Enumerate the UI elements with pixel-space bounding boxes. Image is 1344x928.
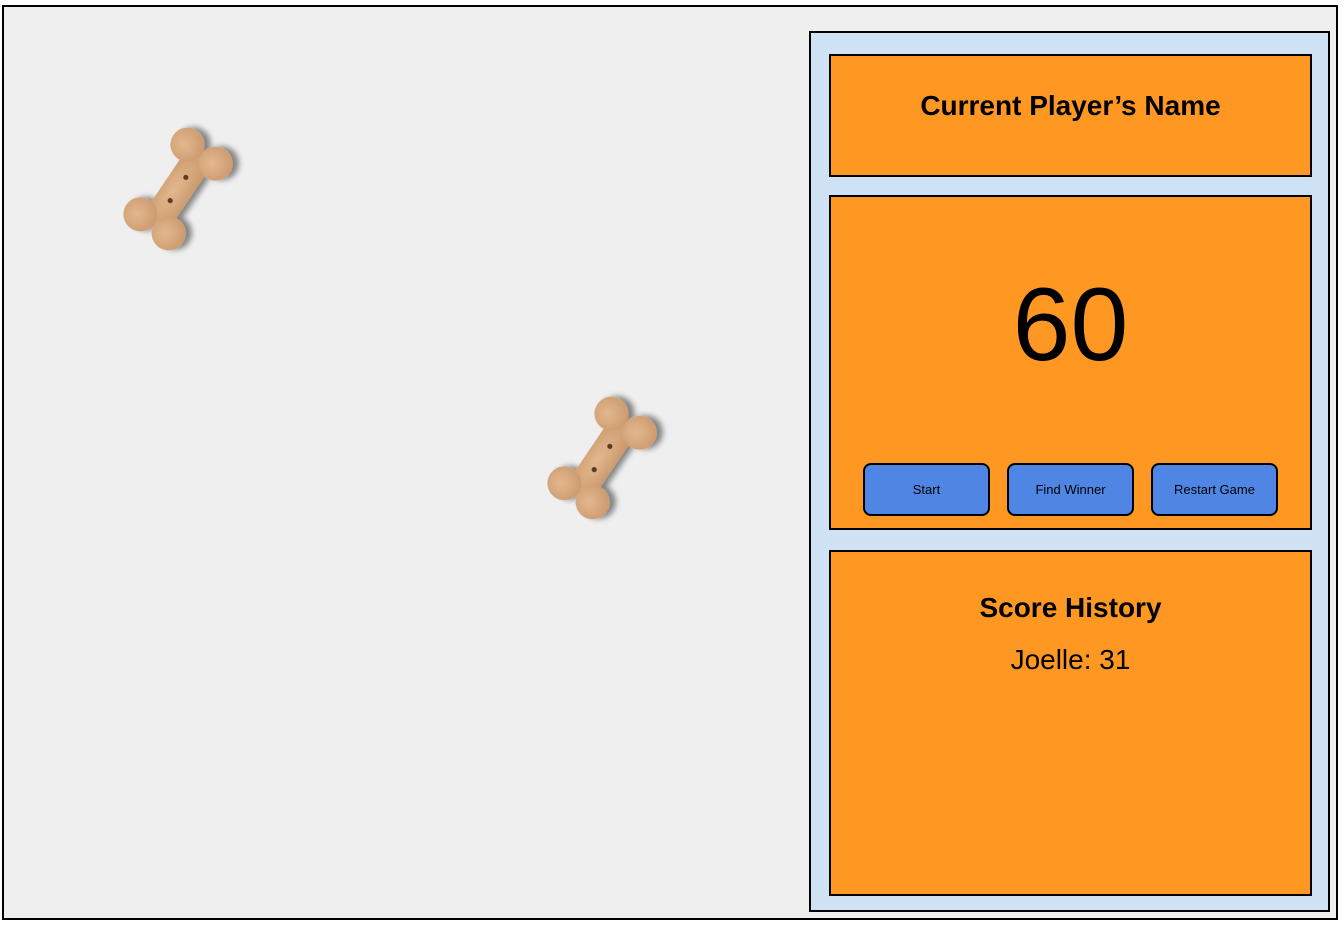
player-name-card: Current Player’s Name	[829, 54, 1312, 177]
bone-graphic	[123, 127, 233, 251]
find-winner-button[interactable]: Find Winner	[1007, 463, 1134, 516]
dog-bone-biscuit-icon[interactable]	[532, 383, 672, 533]
countdown-timer: 60	[1012, 267, 1129, 383]
current-player-name: Current Player’s Name	[920, 90, 1221, 121]
start-button[interactable]: Start	[863, 463, 990, 516]
score-history-list: Joelle: 31	[831, 642, 1310, 678]
timer-card: 60 Start Find Winner Restart Game	[829, 195, 1312, 530]
score-history-title: Score History	[979, 592, 1162, 623]
bone-graphic	[547, 396, 657, 520]
restart-game-button[interactable]: Restart Game	[1151, 463, 1278, 516]
side-panel: Current Player’s Name 60 Start Find Winn…	[809, 31, 1330, 912]
game-area[interactable]: Current Player’s Name 60 Start Find Winn…	[2, 5, 1338, 920]
score-history-card: Score History Joelle: 31	[829, 550, 1312, 896]
dog-bone-biscuit-icon[interactable]	[108, 114, 248, 264]
score-history-entry: Joelle: 31	[1010, 644, 1131, 675]
